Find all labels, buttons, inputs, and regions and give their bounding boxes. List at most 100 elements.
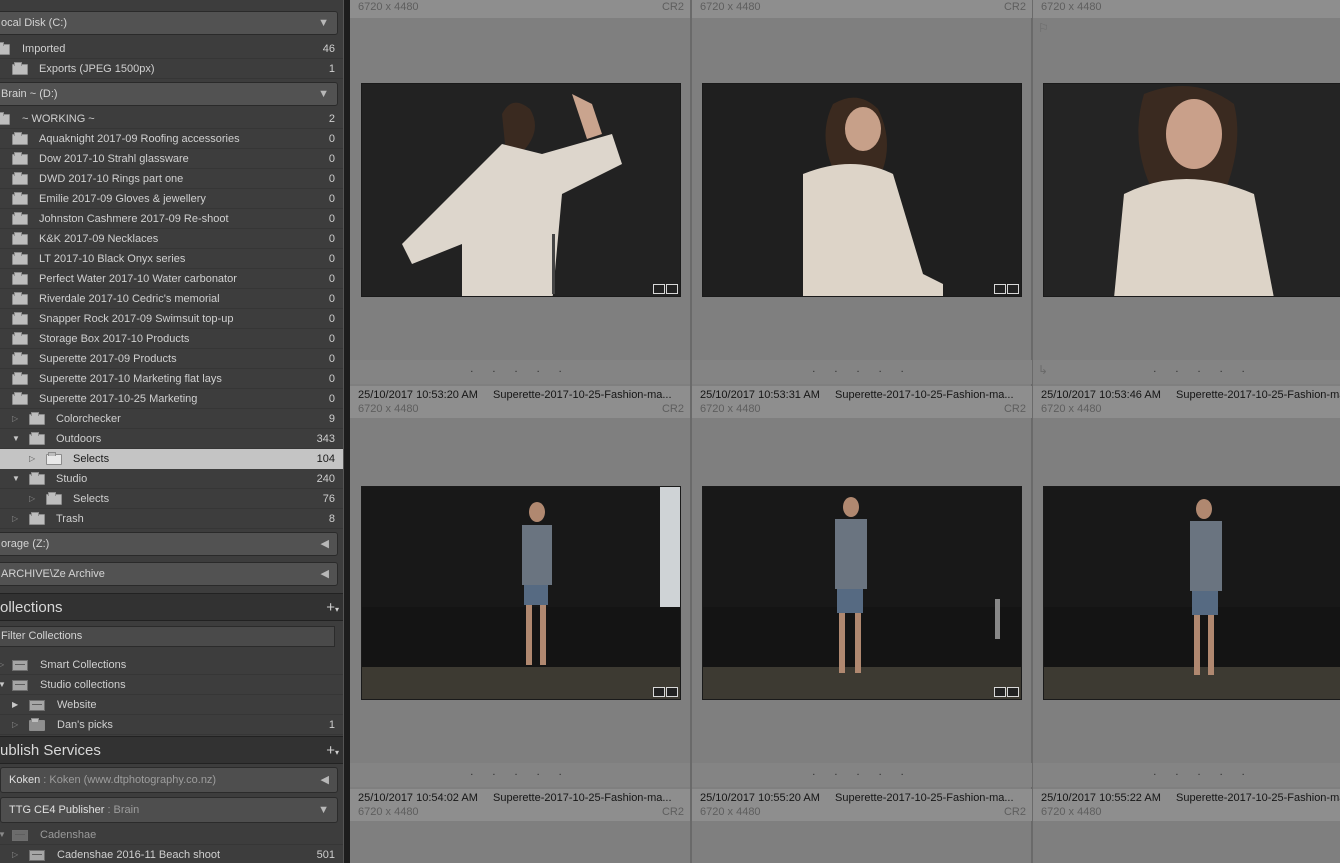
folder-row[interactable]: Johnston Cashmere 2017-09 Re-shoot 0: [0, 209, 343, 229]
panel-divider[interactable]: [343, 0, 350, 863]
rating-dots[interactable]: . . . . .: [692, 766, 1032, 778]
folder-row[interactable]: Superette 2017-10 Marketing flat lays 0: [0, 369, 343, 389]
collapse-arrow-icon[interactable]: ▼: [318, 12, 329, 34]
filter-label: Filter Collections: [1, 630, 83, 642]
folder-row[interactable]: K&K 2017-09 Necklaces 0: [0, 229, 343, 249]
folder-row[interactable]: LT 2017-10 Black Onyx series 0: [0, 249, 343, 269]
filter-collections-input[interactable]: Filter Collections: [0, 626, 335, 647]
volume-name: orage (Z:): [1, 538, 50, 550]
capture-date: 25/10/2017 10:53:20 AM: [358, 389, 478, 401]
file-extension: CR2: [1003, 806, 1026, 818]
folder-row[interactable]: Superette 2017-09 Products 0: [0, 349, 343, 369]
folder-row[interactable]: ~ WORKING ~ 2: [0, 109, 343, 129]
edit-badge-icon: [994, 687, 1006, 697]
collection-label: Smart Collections: [40, 659, 127, 671]
folder-label: Storage Box 2017-10 Products: [39, 333, 190, 345]
photo-thumbnail[interactable]: [1043, 83, 1340, 297]
folder-row[interactable]: Riverdale 2017-10 Cedric's memorial 0: [0, 289, 343, 309]
publish-collection-row[interactable]: ▷ Cadenshae 2016-11 Beach shoot 501: [0, 845, 343, 863]
photo-thumbnail[interactable]: [702, 486, 1022, 700]
expand-triangle-icon[interactable]: ▷: [12, 715, 18, 735]
add-collection-plus-icon[interactable]: +▾: [326, 594, 339, 624]
expand-triangle-icon[interactable]: ▶: [12, 695, 18, 715]
expand-triangle-icon[interactable]: ▷: [29, 489, 35, 509]
collapse-arrow-icon[interactable]: ▼: [318, 798, 329, 822]
folder-row[interactable]: ▷ Selects 76: [0, 489, 343, 509]
flag-icon[interactable]: ⚐: [1038, 21, 1049, 35]
folder-icon: [29, 432, 45, 445]
crop-badge-icon: [1007, 284, 1019, 294]
folder-row[interactable]: Snapper Rock 2017-09 Swimsuit top-up 0: [0, 309, 343, 329]
folder-row[interactable]: Emilie 2017-09 Gloves & jewellery 0: [0, 189, 343, 209]
rating-strip[interactable]: . . . . .: [1033, 360, 1340, 384]
collapse-triangle-icon[interactable]: ▼: [12, 429, 20, 449]
publish-set-row[interactable]: ▼ Cadenshae: [0, 825, 343, 845]
rating-dots[interactable]: . . . . .: [692, 363, 1032, 375]
collapse-triangle-icon[interactable]: ▼: [12, 469, 20, 489]
collapse-arrow-icon[interactable]: ▼: [318, 83, 329, 105]
volume-header-z[interactable]: orage (Z:) ◀: [0, 532, 338, 556]
folder-row[interactable]: Aquaknight 2017-09 Roofing accessories 0: [0, 129, 343, 149]
expand-triangle-icon[interactable]: ▷: [0, 655, 4, 675]
left-panel: ocal Disk (C:) ▼ Imported 46 Exports (JP…: [0, 0, 343, 863]
rating-dots[interactable]: . . . . .: [350, 766, 690, 778]
rating-strip[interactable]: . . . . .: [692, 360, 1032, 384]
folder-row[interactable]: Imported 46: [0, 39, 343, 59]
edit-badge-icon: [653, 284, 665, 294]
collapse-triangle-icon[interactable]: ▼: [0, 675, 6, 695]
rating-strip[interactable]: . . . . .: [350, 360, 690, 384]
folder-row[interactable]: ▷ Colorchecker 9: [0, 409, 343, 429]
folder-label: ~ WORKING ~: [22, 113, 95, 125]
photo-thumbnail[interactable]: [361, 486, 681, 700]
collapse-triangle-icon[interactable]: ▼: [0, 825, 6, 845]
folder-row-selected[interactable]: ▷ Selects 104: [0, 449, 343, 469]
volume-header-c[interactable]: ocal Disk (C:) ▼: [0, 11, 338, 35]
volume-header-d[interactable]: Brain ~ (D:) ▼: [0, 82, 338, 106]
expand-triangle-icon[interactable]: ▷: [12, 409, 18, 429]
collections-header[interactable]: ollections +▾: [0, 593, 343, 621]
expand-arrow-icon[interactable]: ◀: [321, 768, 329, 792]
expand-triangle-icon[interactable]: ▷: [12, 509, 18, 529]
volume-header-archive[interactable]: ARCHIVE\Ze Archive ◀: [0, 562, 338, 586]
folder-row[interactable]: Superette 2017-10-25 Marketing 0: [0, 389, 343, 409]
photo-thumbnail[interactable]: [361, 83, 681, 297]
folder-row[interactable]: ▼ Studio 240: [0, 469, 343, 489]
publish-service-ttg[interactable]: TTG CE4 Publisher : Brain ▼: [0, 797, 338, 823]
capture-date: 25/10/2017 10:53:46 AM: [1041, 389, 1161, 401]
folder-row[interactable]: DWD 2017-10 Rings part one 0: [0, 169, 343, 189]
expand-arrow-icon[interactable]: ◀: [321, 533, 329, 555]
photo-thumbnail[interactable]: [702, 83, 1022, 297]
photo-woman-dress-1: [362, 84, 680, 296]
rating-dots[interactable]: . . . . .: [1033, 766, 1340, 778]
collection-row[interactable]: ▷ Dan's picks 1: [0, 715, 343, 735]
expand-triangle-icon[interactable]: ▷: [12, 845, 18, 863]
expand-arrow-icon[interactable]: ◀: [321, 563, 329, 585]
folder-row[interactable]: ▼ Outdoors 343: [0, 429, 343, 449]
rating-strip[interactable]: . . . . .: [350, 763, 690, 787]
publish-services-header[interactable]: ublish Services +▾: [0, 736, 343, 764]
rating-strip[interactable]: . . . . .: [1033, 763, 1340, 787]
folder-row[interactable]: Perfect Water 2017-10 Water carbonator 0: [0, 269, 343, 289]
expand-triangle-icon[interactable]: ▷: [29, 449, 35, 469]
folder-count: 0: [328, 333, 335, 345]
folder-row[interactable]: ▷ Trash 8: [0, 509, 343, 529]
rating-dots[interactable]: . . . . .: [1033, 363, 1340, 375]
collection-set-row[interactable]: ▶ Website: [0, 695, 343, 715]
folder-row[interactable]: Dow 2017-10 Strahl glassware 0: [0, 149, 343, 169]
rotate-icon[interactable]: ↳: [1038, 363, 1048, 377]
folder-label: Outdoors: [56, 433, 102, 445]
edit-badge-icon: [994, 284, 1006, 294]
folder-label: Colorchecker: [56, 413, 121, 425]
collection-set-row[interactable]: ▼ Studio collections: [0, 675, 343, 695]
capture-date: 25/10/2017 10:55:20 AM: [700, 792, 820, 804]
add-publish-service-plus-icon[interactable]: +▾: [326, 737, 339, 767]
folder-row[interactable]: Storage Box 2017-10 Products 0: [0, 329, 343, 349]
capture-date: 25/10/2017 10:53:31 AM: [700, 389, 820, 401]
folder-row[interactable]: Exports (JPEG 1500px) 1: [0, 59, 343, 79]
collection-set-row[interactable]: ▷ Smart Collections: [0, 655, 343, 675]
photo-thumbnail[interactable]: [1043, 486, 1340, 700]
publish-service-koken[interactable]: Koken : Koken (www.dtphotography.co.nz) …: [0, 767, 338, 793]
collection-label: Dan's picks: [57, 719, 113, 731]
rating-strip[interactable]: . . . . .: [692, 763, 1032, 787]
rating-dots[interactable]: . . . . .: [350, 363, 690, 375]
